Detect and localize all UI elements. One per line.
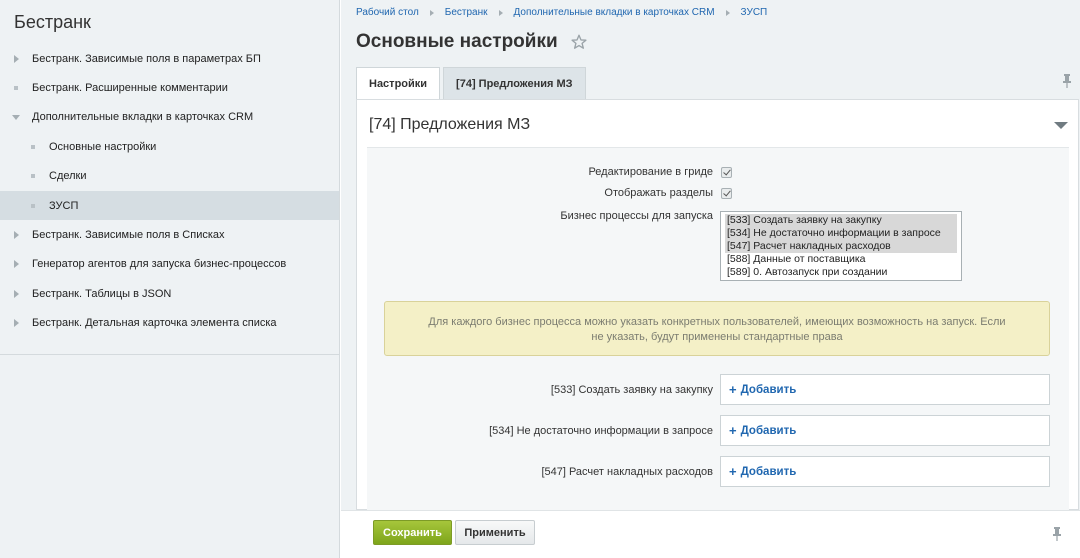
tab-settings[interactable]: Настройки — [356, 67, 441, 99]
arrow-right-icon[interactable] — [0, 231, 32, 240]
breadcrumb-link[interactable]: Дополнительные вкладки в карточках CRM — [514, 7, 715, 18]
sidebar-item-label: Бестранк. Таблицы в JSON — [32, 287, 172, 300]
sidebar: Бестранк Бестранк. Зависимые поля в пара… — [0, 0, 340, 558]
bp-option[interactable]: [547] Расчет накладных расходов — [725, 240, 957, 253]
tab-mz-offers[interactable]: [74] Предложения МЗ — [443, 67, 586, 99]
sidebar-nav: Бестранк. Зависимые поля в параметрах БП… — [0, 44, 339, 338]
add-users-field[interactable]: + Добавить — [720, 374, 1050, 405]
star-icon[interactable] — [570, 33, 588, 51]
sidebar-item-dependent-fields-lists[interactable]: Бестранк. Зависимые поля в Списках — [0, 220, 339, 249]
bullet-icon — [0, 86, 32, 91]
bullet-icon — [17, 203, 49, 208]
breadcrumb-link[interactable]: ЗУСП — [741, 7, 768, 18]
sidebar-item-json-tables[interactable]: Бестранк. Таблицы в JSON — [0, 279, 339, 308]
page-title-row: Основные настройки — [356, 31, 588, 53]
arrow-right-icon[interactable] — [0, 260, 32, 269]
main-content: Рабочий стол Бестранк Дополнительные вкл… — [341, 0, 1080, 558]
save-button[interactable]: Сохранить — [373, 520, 452, 545]
breadcrumb-separator-icon — [725, 9, 730, 16]
breadcrumb-link[interactable]: Рабочий стол — [356, 7, 419, 18]
breadcrumb-link[interactable]: Бестранк — [445, 7, 488, 18]
plus-icon: + — [729, 423, 737, 438]
sidebar-item-label: Бестранк. Зависимые поля в Списках — [32, 229, 225, 242]
sidebar-item-crm-tabs[interactable]: Дополнительные вкладки в карточках CRM — [0, 103, 339, 132]
sidebar-empty-area — [0, 355, 339, 557]
bp-option[interactable]: [533] Создать заявку на закупку — [725, 214, 957, 227]
sidebar-menu: Бестранк Бестранк. Зависимые поля в пара… — [0, 0, 339, 355]
pin-icon[interactable] — [1062, 74, 1072, 88]
arrow-right-icon[interactable] — [0, 289, 32, 298]
sidebar-item-label: Сделки — [49, 170, 87, 183]
bp-option[interactable]: [588] Данные от поставщика — [725, 253, 957, 266]
bp-row-label: [534] Не достаточно информации в запросе — [489, 425, 713, 437]
sidebar-item-extended-comments[interactable]: Бестранк. Расширенные комментарии — [0, 73, 339, 102]
sidebar-item-label: Бестранк. Расширенные комментарии — [32, 82, 228, 95]
info-notice: Для каждого бизнес процесса можно указат… — [384, 301, 1050, 356]
add-users-field[interactable]: + Добавить — [720, 456, 1050, 487]
arrow-right-icon[interactable] — [0, 54, 32, 63]
settings-panel: [74] Предложения МЗ Редактирование в гри… — [356, 99, 1079, 511]
arrow-right-icon[interactable] — [0, 319, 32, 328]
sidebar-item-dependent-fields-bp[interactable]: Бестранк. Зависимые поля в параметрах БП — [0, 44, 339, 73]
show-sections-label: Отображать разделы — [604, 187, 713, 199]
sidebar-item-label: Бестранк. Зависимые поля в параметрах БП — [32, 52, 261, 65]
sidebar-item-label: Основные настройки — [49, 140, 157, 153]
sidebar-item-zusp[interactable]: ЗУСП — [0, 190, 339, 221]
sidebar-item-agent-generator[interactable]: Генератор агентов для запуска бизнес-про… — [0, 250, 339, 279]
panel-body: Редактирование в гриде Отображать раздел… — [367, 147, 1069, 511]
sidebar-item-deals[interactable]: Сделки — [0, 162, 339, 191]
breadcrumb-separator-icon — [498, 9, 503, 16]
sidebar-item-main-settings[interactable]: Основные настройки — [0, 132, 339, 161]
show-sections-checkbox[interactable] — [721, 188, 732, 199]
breadcrumb-separator-icon — [429, 9, 434, 16]
bullet-icon — [17, 144, 49, 149]
tabs: Настройки [74] Предложения МЗ — [356, 67, 589, 99]
breadcrumb: Рабочий стол Бестранк Дополнительные вкл… — [356, 7, 767, 18]
panel-title: [74] Предложения МЗ — [369, 116, 531, 133]
bp-select-label: Бизнес процессы для запуска — [560, 210, 713, 222]
sidebar-item-list-element-card[interactable]: Бестранк. Детальная карточка элемента сп… — [0, 309, 339, 338]
bullet-icon — [17, 174, 49, 179]
collapse-arrow-icon[interactable] — [1054, 122, 1068, 129]
add-button[interactable]: Добавить — [741, 384, 797, 396]
sidebar-item-label: Генератор агентов для запуска бизнес-про… — [32, 258, 287, 271]
pin-icon[interactable] — [1052, 527, 1062, 541]
bp-row-label: [533] Создать заявку на закупку — [550, 384, 713, 396]
plus-icon: + — [729, 382, 737, 397]
bp-row-label: [547] Расчет накладных расходов — [541, 466, 713, 478]
add-users-field[interactable]: + Добавить — [720, 415, 1050, 446]
footer-bar: Сохранить Применить — [341, 510, 1080, 558]
page-title: Основные настройки — [356, 31, 558, 52]
sidebar-item-label: Дополнительные вкладки в карточках CRM — [32, 111, 254, 124]
bp-option[interactable]: [589] 0. Автозапуск при создании — [725, 266, 957, 279]
add-button[interactable]: Добавить — [741, 466, 797, 478]
sidebar-item-label: Бестранк. Детальная карточка элемента сп… — [32, 317, 277, 330]
sidebar-item-label: ЗУСП — [49, 199, 79, 212]
grid-edit-checkbox[interactable] — [721, 167, 732, 178]
plus-icon: + — [729, 464, 737, 479]
grid-edit-label: Редактирование в гриде — [588, 166, 713, 178]
add-button[interactable]: Добавить — [741, 425, 797, 437]
arrow-down-icon[interactable] — [0, 114, 32, 120]
sidebar-title: Бестранк — [14, 12, 91, 32]
bp-multiselect[interactable]: [533] Создать заявку на закупку [534] Не… — [720, 211, 962, 281]
apply-button[interactable]: Применить — [455, 520, 535, 545]
bp-option[interactable]: [534] Не достаточно информации в запросе — [725, 227, 957, 240]
